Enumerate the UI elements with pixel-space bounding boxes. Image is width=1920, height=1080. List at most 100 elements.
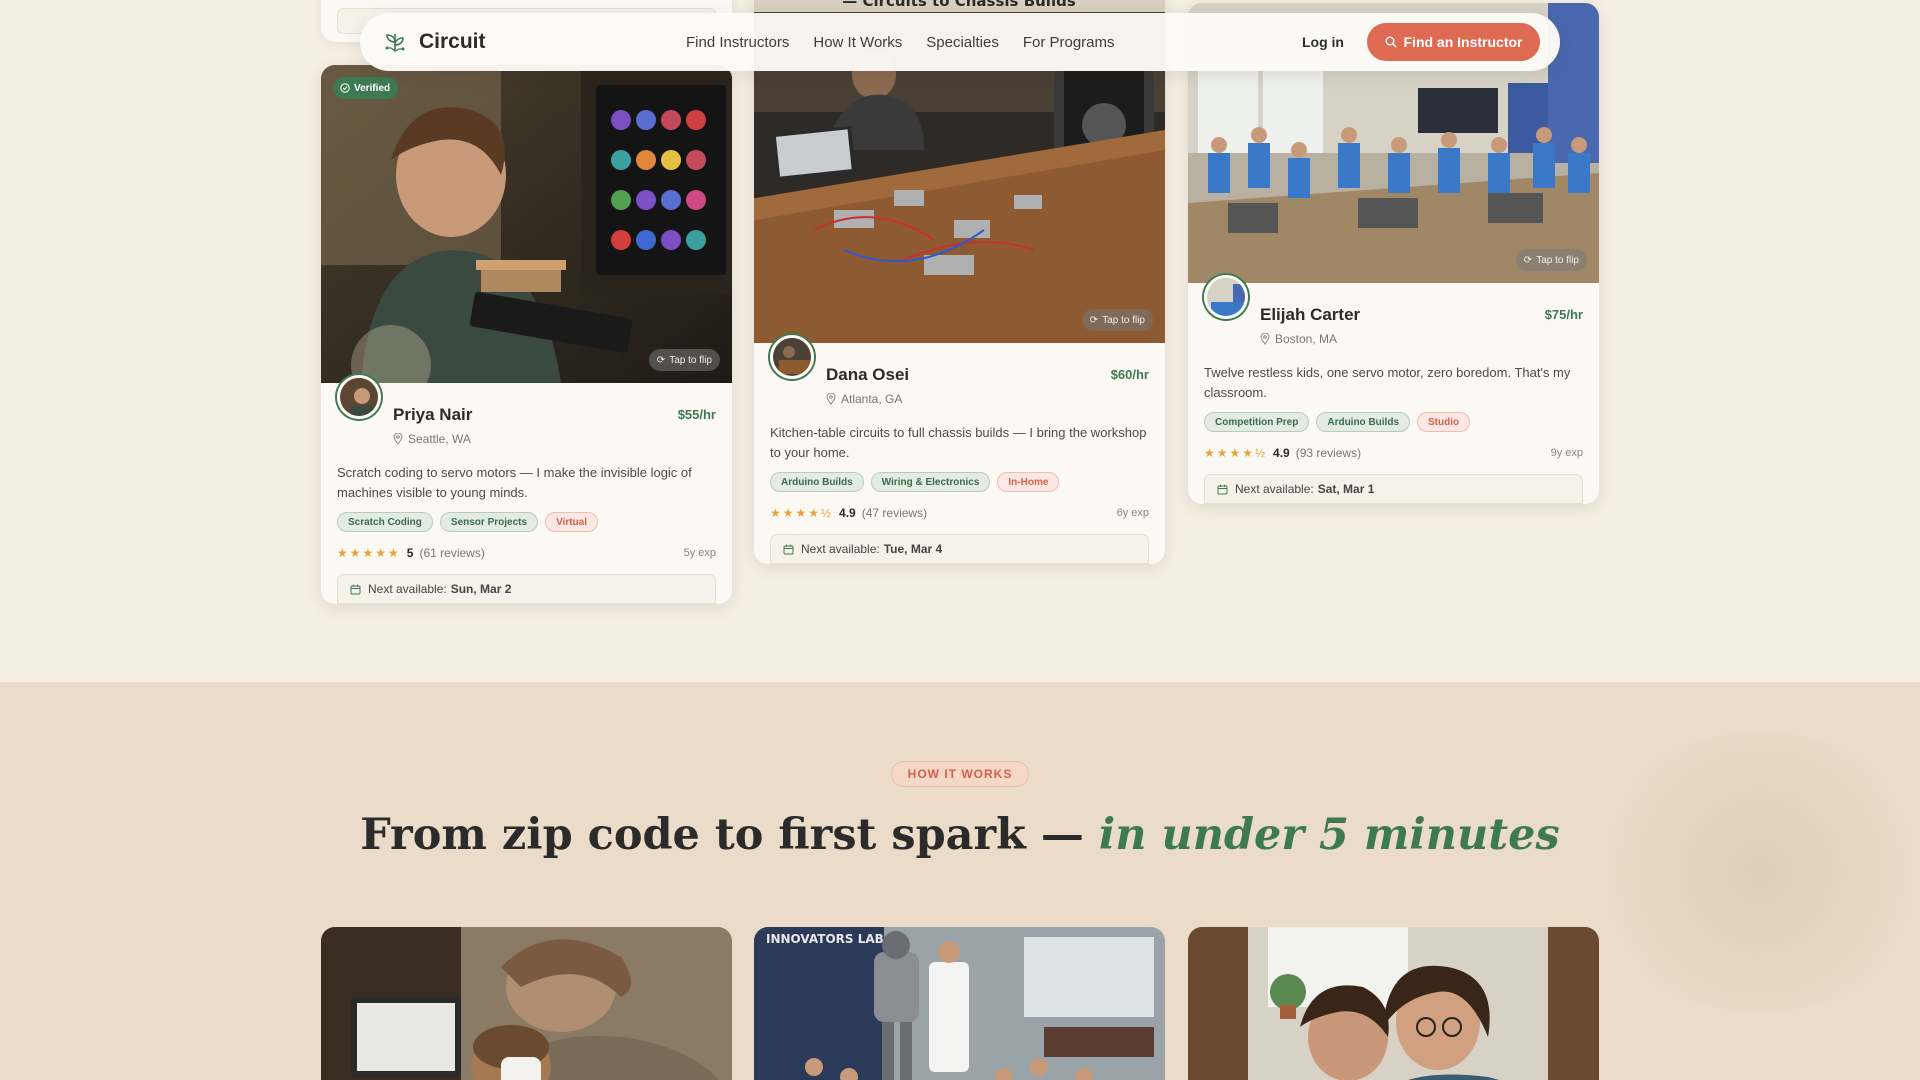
- tag-studio[interactable]: Studio: [1417, 412, 1471, 432]
- name-row: Elijah Carter $75/hr: [1204, 283, 1583, 325]
- flip-icon: ⟳: [1089, 314, 1099, 326]
- specialty-tags: Competition Prep Arduino Builds Studio: [1204, 412, 1583, 432]
- instructor-bio: Twelve restless kids, one servo motor, z…: [1204, 365, 1571, 400]
- tag-scratch-coding[interactable]: Scratch Coding: [337, 512, 433, 532]
- hourly-rate: $75/hr: [1544, 307, 1583, 322]
- top-navigation: Circuit Find Instructors How It Works Sp…: [360, 13, 1560, 71]
- tag-virtual[interactable]: Virtual: [545, 512, 598, 532]
- specialty-tags: Scratch Coding Sensor Projects Virtual: [337, 512, 716, 532]
- instructor-card[interactable]: — Circuits to Chassis Builds ⟳ Tap to fl…: [754, 0, 1165, 564]
- next-available[interactable]: Next available: Sun, Mar 2: [337, 574, 716, 604]
- hourly-rate: $60/hr: [1110, 367, 1149, 382]
- next-available[interactable]: Next available: Sat, Mar 1: [1204, 474, 1583, 504]
- next-available-label: Next available:: [368, 582, 447, 596]
- find-instructor-label: Find an Instructor: [1403, 34, 1523, 50]
- brand-name: Circuit: [419, 30, 486, 53]
- location: Boston, MA: [1204, 332, 1583, 346]
- next-available-date: Sun, Mar 2: [450, 582, 512, 596]
- nav-how-it-works[interactable]: How It Works: [813, 34, 902, 51]
- section-eyebrow: HOW IT WORKS: [891, 761, 1029, 787]
- instructor-name[interactable]: Priya Nair: [393, 405, 472, 425]
- check-circle-icon: [340, 83, 350, 93]
- nav-for-programs[interactable]: For Programs: [1023, 34, 1115, 51]
- tag-competition-prep[interactable]: Competition Prep: [1204, 412, 1310, 432]
- section-title-accent: in under 5 minutes: [1098, 810, 1560, 860]
- tutor-and-child-photo: [1188, 927, 1599, 1080]
- map-pin-icon: [826, 393, 836, 405]
- calendar-icon: [350, 584, 361, 594]
- section-title: From zip code to first spark — in under …: [0, 810, 1920, 860]
- calendar-icon: [1217, 484, 1228, 494]
- flip-label: Tap to flip: [669, 354, 712, 366]
- instructor-card[interactable]: ⟳ Tap to flip Elijah Carter $75/hr Bosto…: [1188, 3, 1599, 504]
- instructor-grid-section: Verified ⟳ Tap to flip Priya Nair $55/hr: [0, 0, 1920, 682]
- robot-classroom-photo: INNOVATORS LAB: [754, 927, 1165, 1080]
- instructor-bio: Kitchen-table circuits to full chassis b…: [770, 425, 1147, 460]
- specialty-tags: Arduino Builds Wiring & Electronics In-H…: [770, 472, 1149, 492]
- hourly-rate: $55/hr: [677, 407, 716, 422]
- step-1-image: [321, 927, 732, 1080]
- next-available-date: Tue, Mar 4: [883, 542, 943, 556]
- rating-score: 4.9: [839, 506, 856, 520]
- tag-wiring-electronics[interactable]: Wiring & Electronics: [870, 472, 991, 492]
- avatar[interactable]: [337, 375, 381, 419]
- brand[interactable]: Circuit: [383, 30, 486, 54]
- rating-score: 5: [406, 546, 414, 560]
- rating-row: ★★★★★ 5 (61 reviews) 5y exp: [337, 546, 716, 560]
- instructor-card[interactable]: Verified ⟳ Tap to flip Priya Nair $55/hr: [321, 65, 732, 604]
- avatar[interactable]: [770, 335, 814, 379]
- experience: 5y exp: [683, 547, 716, 559]
- workshop-banner-text: — Circuits to Chassis Builds: [842, 0, 1076, 10]
- next-available-date: Sat, Mar 1: [1317, 482, 1375, 496]
- name-row: Priya Nair $55/hr: [337, 383, 716, 425]
- section-title-main: From zip code to first spark —: [360, 810, 1099, 860]
- verified-label: Verified: [354, 82, 391, 94]
- map-pin-icon: [1260, 333, 1270, 345]
- verified-badge: Verified: [333, 77, 399, 99]
- flip-label: Tap to flip: [1536, 254, 1579, 266]
- review-count[interactable]: (47 reviews): [862, 506, 927, 520]
- next-available[interactable]: Next available: Tue, Mar 4: [770, 534, 1149, 564]
- tag-in-home[interactable]: In-Home: [997, 472, 1060, 492]
- tag-arduino-builds[interactable]: Arduino Builds: [770, 472, 864, 492]
- location: Seattle, WA: [337, 432, 716, 446]
- login-link[interactable]: Log in: [1302, 34, 1344, 50]
- tap-to-flip-button[interactable]: ⟳ Tap to flip: [648, 349, 720, 371]
- card-body: Priya Nair $55/hr Seattle, WA Scratch co…: [321, 375, 732, 604]
- star-rating: ★★★★½: [1204, 446, 1268, 460]
- decorative-blob: [1580, 732, 1920, 1012]
- flip-icon: ⟳: [1523, 254, 1533, 266]
- star-rating: ★★★★★: [337, 546, 401, 560]
- tag-arduino-builds[interactable]: Arduino Builds: [1316, 412, 1411, 432]
- nav-specialties[interactable]: Specialties: [926, 34, 999, 51]
- circuit-leaf-icon: [385, 34, 405, 52]
- tap-to-flip-button[interactable]: ⟳ Tap to flip: [1515, 249, 1587, 271]
- tap-to-flip-button[interactable]: ⟳ Tap to flip: [1081, 309, 1153, 331]
- instructor-bio: Scratch coding to servo motors — I make …: [337, 465, 692, 500]
- location-text: Seattle, WA: [408, 432, 471, 446]
- experience: 6y exp: [1116, 507, 1149, 519]
- instructor-name[interactable]: Dana Osei: [826, 365, 909, 385]
- card-photo: Verified ⟳ Tap to flip: [321, 65, 732, 383]
- next-available-label: Next available:: [1235, 482, 1314, 496]
- nav-find-instructors[interactable]: Find Instructors: [686, 34, 789, 51]
- flip-label: Tap to flip: [1102, 314, 1145, 326]
- rating-row: ★★★★½ 4.9 (47 reviews) 6y exp: [770, 506, 1149, 520]
- location: Atlanta, GA: [770, 392, 1149, 406]
- innovators-lab-sign: INNOVATORS LAB: [766, 932, 884, 946]
- card-body: Dana Osei $60/hr Atlanta, GA Kitchen-tab…: [754, 335, 1165, 564]
- review-count[interactable]: (61 reviews): [419, 546, 484, 560]
- card-body: Elijah Carter $75/hr Boston, MA Twelve r…: [1188, 275, 1599, 504]
- tag-sensor-projects[interactable]: Sensor Projects: [439, 512, 539, 532]
- next-available-label: Next available:: [801, 542, 880, 556]
- avatar[interactable]: [1204, 275, 1248, 319]
- rating-row: ★★★★½ 4.9 (93 reviews) 9y exp: [1204, 446, 1583, 460]
- instructor-name[interactable]: Elijah Carter: [1260, 305, 1360, 325]
- map-pin-icon: [393, 433, 403, 445]
- review-count[interactable]: (93 reviews): [1296, 446, 1361, 460]
- flip-icon: ⟳: [656, 354, 666, 366]
- calendar-icon: [783, 544, 794, 554]
- parent-and-child-photo: [321, 927, 732, 1080]
- location-text: Atlanta, GA: [841, 392, 903, 406]
- find-instructor-button[interactable]: Find an Instructor: [1367, 23, 1540, 61]
